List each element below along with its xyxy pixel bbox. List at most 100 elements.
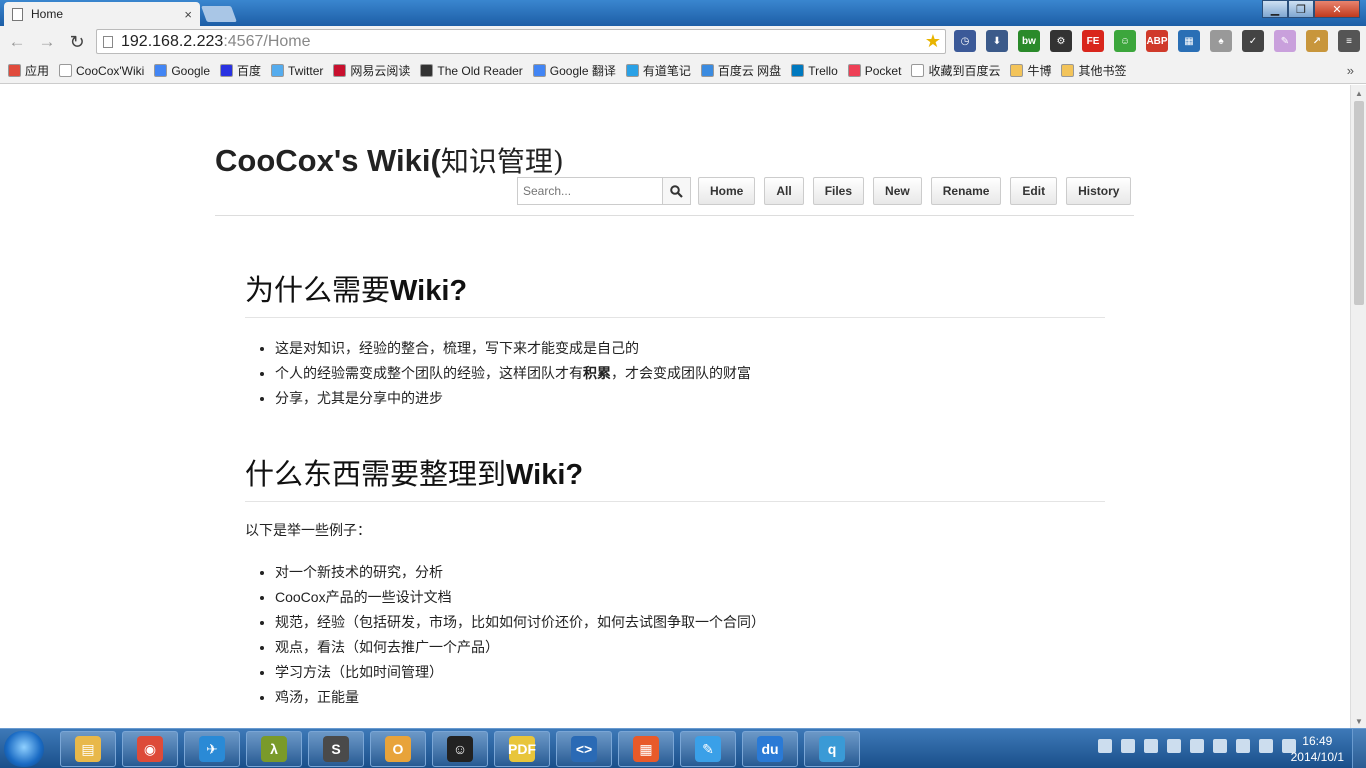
scroll-thumb[interactable] <box>1354 101 1364 305</box>
bookmark-label: Pocket <box>864 63 902 78</box>
bookmark-icon <box>532 64 546 77</box>
forward-icon[interactable]: → <box>34 32 60 52</box>
bookmark-icon <box>8 64 21 77</box>
wiki-content: 为什么需要Wiki? 这是对知识，经验的整合，梳理，写下来才能变成是自己的个人的… <box>245 267 1105 728</box>
list-item: 个人的经验需变成整个团队的经验，这样团队才有积累，才会变成团队的财富 <box>275 361 1105 386</box>
nav-button-edit[interactable]: Edit <box>1010 177 1058 205</box>
tray-icon[interactable] <box>1098 739 1112 753</box>
taskbar-code-app-button[interactable]: <> <box>556 731 612 767</box>
back-icon[interactable]: ← <box>4 32 30 52</box>
bookmark-item[interactable]: 百度 <box>220 62 261 79</box>
pocket-extension-icon[interactable]: ✓ <box>1242 30 1264 52</box>
bookmark-item[interactable]: Trello <box>791 64 838 78</box>
scroll-up-icon[interactable]: ▲ <box>1355 89 1363 98</box>
taskbar-bird-app-button[interactable]: ✈ <box>184 731 240 767</box>
show-desktop-button[interactable] <box>1352 729 1366 768</box>
header-divider <box>215 215 1134 216</box>
address-bar[interactable]: 192.168.2.223:4567/Home ★ <box>96 29 946 54</box>
bookmark-item[interactable]: 百度云 网盘 <box>700 62 781 79</box>
close-window-button[interactable]: ✕ <box>1314 0 1360 18</box>
taskbar-note-app-button[interactable]: ✎ <box>680 731 736 767</box>
clock-time: 16:49 <box>1302 734 1333 748</box>
tray-icon[interactable] <box>1167 739 1181 753</box>
minimize-button[interactable]: ▁ <box>1262 0 1288 18</box>
bookmark-icon <box>333 64 347 77</box>
bookmark-item[interactable]: 收藏到百度云 <box>911 62 1000 79</box>
nav-button-rename[interactable]: Rename <box>930 177 1002 205</box>
bookmark-icon <box>791 64 805 77</box>
nav-button-new[interactable]: New <box>873 177 922 205</box>
fe-extension-icon[interactable]: FE <box>1082 30 1104 52</box>
evernote-extension-icon[interactable]: ♠ <box>1210 30 1232 52</box>
taskbar-sublime-button[interactable]: S <box>308 731 364 767</box>
bookmark-item[interactable]: CooCox'Wiki <box>59 64 144 78</box>
nav-button-files[interactable]: Files <box>812 177 865 205</box>
tray-icon[interactable] <box>1190 739 1204 753</box>
list-item: CooCox产品的一些设计文档 <box>275 585 1105 610</box>
qr-extension-icon[interactable]: ▦ <box>1178 30 1200 52</box>
taskbar-grid-app-button[interactable]: ▦ <box>618 731 674 767</box>
close-tab-icon[interactable]: × <box>184 7 192 22</box>
tool-extension-icon[interactable]: ↗ <box>1306 30 1328 52</box>
scroll-down-icon[interactable]: ▼ <box>1355 717 1363 726</box>
search-input[interactable] <box>518 178 662 204</box>
bookmark-item[interactable]: Google 翻译 <box>532 62 616 79</box>
taskbar-baidu-du-button[interactable]: du <box>742 731 798 767</box>
bookmark-item[interactable]: 牛博 <box>1010 62 1051 79</box>
wiki-title-en: CooCox's Wiki( <box>215 143 441 178</box>
bookmarks-bar: 应用 CooCox'Wiki Google 百度 Twitter 网易云阅读 The Old… <box>0 58 1366 84</box>
page-info-icon[interactable] <box>103 35 113 48</box>
network-icon[interactable] <box>1213 739 1227 753</box>
taskbar-smiley-app-button[interactable]: ☺ <box>432 731 488 767</box>
volume-icon[interactable] <box>1236 739 1250 753</box>
tab-home[interactable]: Home × <box>4 2 200 26</box>
bookmark-item[interactable]: Pocket <box>847 63 902 78</box>
bookmark-item[interactable]: 应用 <box>8 62 49 79</box>
nav-button-all[interactable]: All <box>764 177 804 205</box>
download-extension-icon[interactable]: ⬇ <box>986 30 1008 52</box>
new-tab-button[interactable] <box>201 6 237 22</box>
search-button[interactable] <box>662 178 690 204</box>
section1-heading: 为什么需要Wiki? <box>245 267 1105 318</box>
start-button[interactable] <box>4 731 44 767</box>
bookmark-item[interactable]: The Old Reader <box>420 64 523 78</box>
list-item: 分享，尤其是分享中的进步 <box>275 386 1105 411</box>
bookmark-item[interactable]: 有道笔记 <box>625 62 691 79</box>
taskbar-lambda-app-button[interactable]: λ <box>246 731 302 767</box>
adblock-extension-icon[interactable]: ABP <box>1146 30 1168 52</box>
clock[interactable]: 16:49 2014/10/1 <box>1291 733 1344 765</box>
feather-extension-icon[interactable]: ✎ <box>1274 30 1296 52</box>
bw-extension-icon[interactable]: bw <box>1018 30 1040 52</box>
gear-extension-icon[interactable]: ⚙ <box>1050 30 1072 52</box>
list-item: 观点，看法（如何去推广一个产品） <box>275 635 1105 660</box>
explorer-icon: ▤ <box>75 736 101 762</box>
list-item: 对一个新技术的研究，分析 <box>275 560 1105 585</box>
taskbar-pdf-app-button[interactable]: PDF <box>494 731 550 767</box>
tray-icon[interactable] <box>1121 739 1135 753</box>
menu-icon[interactable]: ≡ <box>1338 30 1360 52</box>
page-scrollbar[interactable]: ▲ ▼ <box>1350 85 1366 728</box>
clock-extension-icon[interactable]: ◷ <box>954 30 976 52</box>
taskbar-outlook-button[interactable]: O <box>370 731 426 767</box>
taskbar-explorer-button[interactable]: ▤ <box>60 731 116 767</box>
bookmark-icon <box>847 64 861 77</box>
maximize-button[interactable]: ❐ <box>1288 0 1314 18</box>
bookmark-item[interactable]: Twitter <box>271 64 323 78</box>
bookmark-star-icon[interactable]: ★ <box>925 31 941 52</box>
reload-icon[interactable]: ↻ <box>64 32 90 53</box>
bookmark-item[interactable]: 网易云阅读 <box>333 62 410 79</box>
tab-strip: Home × ▁ ❐ ✕ <box>0 0 1366 26</box>
taskbar-chrome-button[interactable]: ◉ <box>122 731 178 767</box>
tray-icon[interactable] <box>1259 739 1273 753</box>
nav-button-history[interactable]: History <box>1066 177 1132 205</box>
bookmarks-more-icon[interactable]: » <box>1347 63 1354 78</box>
bookmark-label: Twitter <box>288 63 324 78</box>
taskbar-qq-app-button[interactable]: q <box>804 731 860 767</box>
nav-button-home[interactable]: Home <box>698 177 756 205</box>
frog-extension-icon[interactable]: ☺ <box>1114 30 1136 52</box>
wiki-title-cn: 知识管理) <box>440 145 564 178</box>
bookmark-item[interactable]: 其他书签 <box>1061 62 1126 79</box>
list-text: 分享，尤其是分享中的进步 <box>275 390 443 406</box>
tray-icon[interactable] <box>1144 739 1158 753</box>
bookmark-item[interactable]: Google <box>154 64 210 78</box>
